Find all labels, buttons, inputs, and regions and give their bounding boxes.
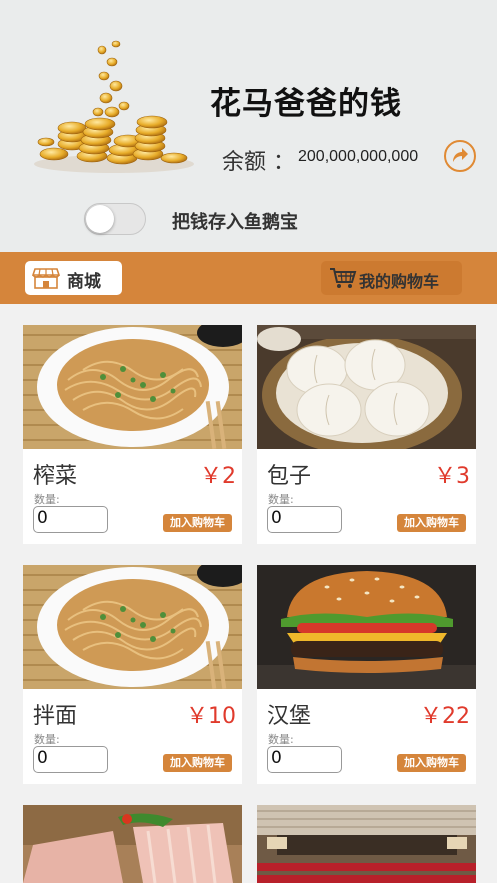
product-name: 汉堡 (267, 704, 312, 729)
quantity-input[interactable]: 0 (33, 746, 108, 773)
toggle-knob (86, 205, 114, 233)
share-button[interactable] (444, 140, 476, 172)
noodles-photo (23, 325, 242, 449)
product-card: 榨菜 ￥2 数量: 0 加入购物车 (23, 325, 242, 544)
add-to-cart-button[interactable]: 加入购物车 (163, 754, 232, 772)
product-card: 拌面 ￥10 数量: 0 加入购物车 (23, 565, 242, 784)
share-arrow-icon (453, 148, 468, 162)
quantity-label: 数量: (34, 493, 60, 506)
product-price: ￥22 (420, 704, 470, 729)
product-card: 汉堡 ￥22 数量: 0 加入购物车 (257, 565, 476, 784)
quantity-label: 数量: (268, 493, 294, 506)
product-card (257, 805, 476, 883)
add-to-cart-button[interactable]: 加入购物车 (163, 514, 232, 532)
quantity-input[interactable]: 0 (267, 746, 342, 773)
deposit-toggle-label: 把钱存入鱼鹅宝 (172, 212, 298, 233)
tab-bar: 商城 我的购物车 (0, 252, 497, 304)
balance-label: 余额 ： (222, 150, 295, 175)
product-name: 拌面 (33, 704, 78, 729)
balance-value: 200,000,000,000 (298, 148, 419, 165)
quantity-label: 数量: (268, 733, 294, 746)
shop-icon (32, 268, 60, 289)
product-name: 包子 (267, 464, 312, 489)
burger-photo (257, 565, 476, 689)
tab-my-cart[interactable]: 我的购物车 (321, 261, 462, 295)
auditorium-photo (257, 805, 476, 883)
product-card (23, 805, 242, 883)
shopping-cart-icon (330, 268, 357, 288)
product-grid: 榨菜 ￥2 数量: 0 加入购物车 包子 ￥3 数量: 0 加入购物车 拌面 ￥… (0, 304, 497, 883)
tab-mall[interactable]: 商城 (25, 261, 122, 295)
quantity-label: 数量: (34, 733, 60, 746)
ribs-photo (23, 805, 242, 883)
noodles-photo (23, 565, 242, 689)
tab-mall-label: 商城 (67, 272, 101, 292)
product-price: ￥2 (200, 464, 236, 489)
gold-coins-image (34, 40, 194, 173)
buns-photo (257, 325, 476, 449)
page-title: 花马爸爸的钱 (210, 86, 402, 122)
product-name: 榨菜 (33, 464, 78, 489)
quantity-input[interactable]: 0 (33, 506, 108, 533)
product-price: ￥10 (186, 704, 236, 729)
account-header: 花马爸爸的钱 余额 ： 200,000,000,000 把钱存入鱼鹅宝 (0, 0, 497, 252)
product-card: 包子 ￥3 数量: 0 加入购物车 (257, 325, 476, 544)
deposit-toggle[interactable] (84, 203, 146, 235)
tab-my-cart-label: 我的购物车 (359, 272, 440, 291)
add-to-cart-button[interactable]: 加入购物车 (397, 754, 466, 772)
add-to-cart-button[interactable]: 加入购物车 (397, 514, 466, 532)
quantity-input[interactable]: 0 (267, 506, 342, 533)
product-price: ￥3 (434, 464, 470, 489)
